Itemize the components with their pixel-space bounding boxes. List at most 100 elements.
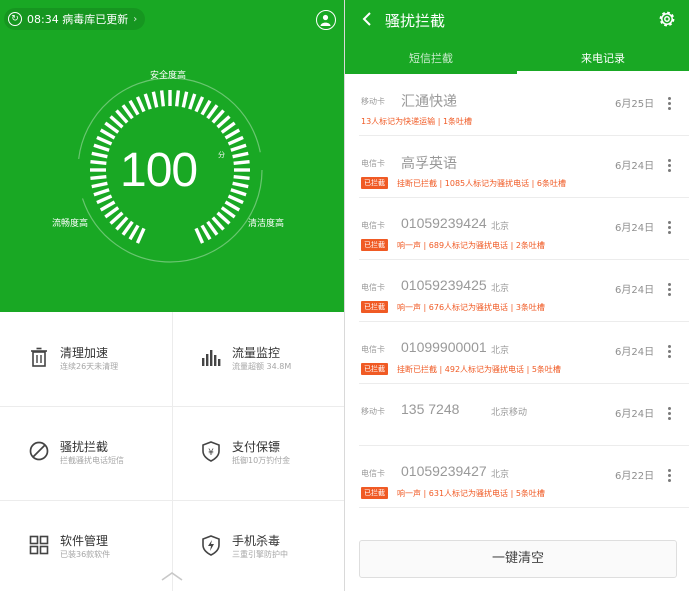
feature-tile-harassment[interactable]: 骚扰拦截 拦截骚扰电话短信 [0, 406, 172, 500]
call-date: 6月24日 [615, 409, 655, 420]
gauge-tick [104, 206, 120, 219]
gauge-tick [211, 109, 225, 124]
gauge-tick [200, 99, 212, 116]
virus-db-status-text: 08:34 病毒库已更新 [27, 13, 129, 26]
gauge-tick [121, 220, 134, 236]
feature-subtitle: 流量超额 34.8M [232, 362, 292, 371]
more-vertical-icon[interactable] [668, 345, 672, 359]
gear-icon[interactable] [657, 9, 677, 29]
more-vertical-icon[interactable] [668, 469, 672, 483]
gauge-tick [224, 128, 241, 140]
gauge-tick [90, 174, 107, 181]
gauge-tick [232, 181, 249, 189]
more-vertical-icon[interactable] [668, 97, 672, 111]
gauge-tick [135, 96, 146, 113]
call-date: 6月22日 [615, 471, 655, 482]
svg-text:¥: ¥ [208, 448, 214, 458]
call-log-row[interactable]: 移动卡 135 7248 北京移动 6月24日 [345, 384, 689, 446]
bar-chart-icon [202, 350, 221, 366]
gauge-tick [90, 159, 107, 166]
sim-label: 移动卡 [361, 97, 385, 106]
gauge-tick [211, 216, 225, 231]
gauge-tick [109, 115, 124, 129]
score-unit: 分 [218, 151, 225, 159]
feature-title: 支付保镖 [232, 440, 281, 454]
feature-title: 骚扰拦截 [60, 440, 109, 454]
caller-location: 北京 [491, 284, 510, 294]
chevron-up-icon[interactable] [160, 570, 184, 582]
feature-tile-payment[interactable]: ¥ 支付保镖 抵御10万钓付金 [172, 406, 344, 500]
feature-grid: 清理加速 连续26天未清理 流量监控 流量超额 34.8M 骚扰拦截 拦截骚扰电… [0, 312, 344, 591]
gauge-tick [104, 121, 120, 134]
gauge-tick [91, 181, 108, 189]
tab-sms-block[interactable]: 短信拦截 [345, 44, 517, 74]
caller-location: 北京 [491, 222, 510, 232]
feature-subtitle: 抵御10万钓付金 [232, 456, 291, 465]
gauge-tick [99, 128, 116, 140]
sim-label: 电信卡 [361, 221, 385, 230]
call-log-row[interactable]: 电信卡 01099900001 北京 6月24日 已拦截 挂断已拦截 | 492… [345, 322, 689, 384]
gauge-tick [159, 90, 166, 107]
sim-label: 电信卡 [361, 345, 385, 354]
feature-tile-cleanup[interactable]: 清理加速 连续26天未清理 [0, 312, 172, 406]
block-icon [29, 441, 49, 461]
clear-all-button[interactable]: 一键清空 [359, 540, 677, 578]
call-mark-info: 响一声 | 676人标记为骚扰电话 | 3条吐槽 [397, 303, 545, 312]
caller-number: 01059239427 [401, 463, 487, 479]
security-home-panel: ↻ 08:34 病毒库已更新 › 安全度高 流畅度高 清洁度高 100 分 清理… [0, 0, 344, 591]
feature-subtitle: 已装36款软件 [60, 550, 111, 559]
trash-icon [31, 347, 47, 367]
sim-label: 电信卡 [361, 283, 385, 292]
more-vertical-icon[interactable] [668, 407, 672, 421]
apps-grid-icon [29, 535, 49, 555]
more-vertical-icon[interactable] [668, 159, 672, 173]
harassment-block-panel: 骚扰拦截 短信拦截 来电记录 移动卡 汇通快递 6月25日 13人标记为快递运输… [344, 0, 689, 591]
chevron-right-icon: › [133, 13, 138, 25]
call-date: 6月25日 [615, 99, 655, 110]
back-arrow-icon[interactable] [359, 10, 377, 28]
blocked-badge: 已拦截 [361, 487, 388, 499]
shield-yuan-icon: ¥ [202, 441, 220, 462]
gauge-tick [91, 151, 108, 159]
gauge-tick [151, 91, 159, 108]
caller-number: 135 7248 [401, 401, 460, 417]
feature-tile-traffic[interactable]: 流量监控 流量超额 34.8M [172, 312, 344, 406]
virus-db-status[interactable]: ↻ 08:34 病毒库已更新 › [4, 8, 146, 30]
call-mark-info: 响一声 | 689人标记为骚扰电话 | 2条吐槽 [397, 241, 545, 250]
call-log-row[interactable]: 移动卡 汇通快递 6月25日 13人标记为快递运输 | 1条吐槽 [345, 74, 689, 136]
gauge-tick [220, 206, 236, 219]
feature-subtitle: 三重引擎防护中 [232, 550, 288, 559]
gauge-tick [109, 211, 124, 225]
sim-label: 移动卡 [361, 407, 385, 416]
more-vertical-icon[interactable] [668, 283, 672, 297]
caller-number: 汇通快递 [401, 93, 457, 109]
gauge-tick [135, 227, 146, 244]
clock-check-icon: ↻ [8, 12, 22, 26]
gauge-tick [230, 143, 247, 152]
shield-bolt-icon [202, 535, 220, 556]
gauge-tick [99, 200, 116, 212]
more-vertical-icon[interactable] [668, 221, 672, 235]
security-score: 100 [120, 144, 198, 197]
gauge-tick [206, 104, 219, 120]
call-date: 6月24日 [615, 223, 655, 234]
gauge-tick [233, 159, 250, 166]
call-log-row[interactable]: 电信卡 高孚英语 6月24日 已拦截 挂断已拦截 | 1085人标记为骚扰电话 … [345, 136, 689, 198]
avatar[interactable] [316, 10, 336, 30]
call-log-row[interactable]: 电信卡 01059239424 北京 6月24日 已拦截 响一声 | 689人标… [345, 198, 689, 260]
security-score-hero: ↻ 08:34 病毒库已更新 › 安全度高 流畅度高 清洁度高 100 分 [0, 0, 344, 312]
feature-title: 流量监控 [232, 346, 281, 360]
gauge-tick [128, 99, 140, 116]
sim-label: 电信卡 [361, 469, 385, 478]
gauge-tick [227, 135, 244, 146]
app-bar: 骚扰拦截 短信拦截 来电记录 [345, 0, 689, 74]
call-log-row[interactable]: 电信卡 01059239425 北京 6月24日 已拦截 响一声 | 676人标… [345, 260, 689, 322]
feature-tile-antivirus[interactable]: 手机杀毒 三重引擎防护中 [172, 500, 344, 591]
call-log-row[interactable]: 电信卡 01059239427 北京 6月22日 已拦截 响一声 | 631人标… [345, 446, 689, 508]
feature-tile-apps[interactable]: 软件管理 已装36款软件 [0, 500, 172, 591]
tab-call-log[interactable]: 来电记录 [517, 44, 689, 74]
caller-number: 01099900001 [401, 339, 487, 355]
gauge-tick [96, 194, 113, 205]
blocked-badge: 已拦截 [361, 177, 388, 189]
gauge-tick [115, 216, 129, 231]
